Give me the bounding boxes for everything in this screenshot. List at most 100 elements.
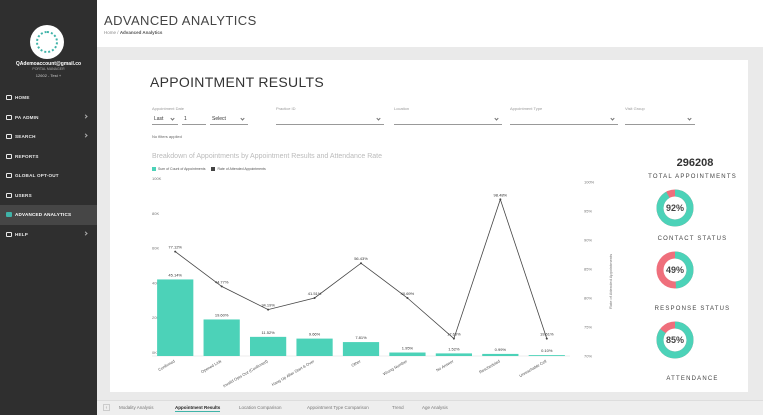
sidebar-item-search[interactable]: SEARCH — [0, 127, 97, 147]
bar[interactable] — [482, 353, 519, 356]
bar[interactable] — [249, 336, 287, 356]
y-right-tick: 100% — [584, 180, 595, 185]
category-label: Confirmed — [157, 359, 175, 373]
logo-mark — [36, 31, 58, 53]
brand-logo[interactable] — [30, 25, 64, 59]
sidebar-item-label: SEARCH — [15, 134, 36, 140]
tab-modality-analysis[interactable]: Modality Analysis — [119, 405, 154, 410]
bar[interactable] — [157, 279, 194, 356]
chevron-right-icon — [83, 230, 88, 236]
y-right-tick: 90% — [584, 238, 592, 243]
tab-appointment-type-comparison[interactable]: Appointment Type Comparison — [307, 405, 369, 410]
sidebar-item-label: GLOBAL OPT-OUT — [15, 173, 59, 179]
y-right-axis-label: Rate of Attended Appointments — [608, 254, 613, 309]
sidebar-item-label: PA ADMIN — [15, 114, 39, 120]
y-right-tick: 70% — [584, 354, 592, 359]
sidebar-item-users[interactable]: USERS — [0, 186, 97, 206]
y-right-tick: 95% — [584, 209, 592, 214]
y-right-tick: 85% — [584, 267, 592, 272]
category-label: Unreachable Cell — [518, 358, 547, 378]
y-left-tick: 60K — [152, 246, 159, 251]
tab-appointment-results[interactable]: Appointment Results — [175, 405, 221, 412]
user-role: PORTAL MANAGER — [32, 67, 65, 71]
category-label: Invalid Opts Out (Confirmed) — [222, 358, 269, 388]
rate-point[interactable] — [452, 337, 455, 340]
rate-point[interactable] — [220, 285, 223, 288]
sidebar-item-label: HELP — [15, 231, 29, 237]
rate-point[interactable] — [267, 308, 270, 311]
rate-point[interactable] — [313, 297, 316, 299]
bar-label: 1.52% — [448, 346, 460, 351]
total-appointments-title: TOTAL APPOINTMENTS — [648, 174, 737, 180]
sidebar-item-pa-admin[interactable]: PA ADMIN — [0, 108, 97, 128]
rate-point[interactable] — [406, 297, 409, 299]
response-status-title: RESPONSE STATUS — [654, 306, 731, 312]
breadcrumb-home[interactable]: Home — [104, 30, 116, 35]
chevron-right-icon — [83, 133, 88, 138]
rate-label: 41.51% — [308, 291, 322, 296]
y-left-tick: 80K — [152, 211, 159, 216]
sidebar-item-advanced-analytics[interactable]: ADVANCED ANALYTICS — [0, 205, 97, 225]
tab-age-analysis[interactable]: Age Analysis — [422, 405, 448, 410]
bar-label: 7.81% — [355, 335, 367, 340]
admin-icon — [6, 114, 12, 120]
rate-point[interactable] — [174, 250, 177, 253]
combo-chart[interactable]: 100K80K60K40K20K0K100%95%90%85%80%75%70%… — [110, 60, 748, 392]
sidebar-item-label: HOME — [15, 95, 30, 101]
rate-label: 44.77% — [215, 279, 229, 284]
rate-point[interactable] — [545, 337, 548, 340]
category-label: Wrong Number — [382, 358, 409, 376]
rate-label: 17.60% — [447, 332, 461, 337]
bar[interactable] — [389, 352, 426, 356]
sidebar-item-label: REPORTS — [15, 153, 39, 159]
sidebar-nav: HOME PA ADMIN SEARCH REPORTS GLOBAL OPT-OUT U… — [0, 88, 97, 244]
report-canvas: APPOINTMENT RESULTS Appointment Date Las… — [110, 60, 748, 392]
rate-label: 77.12% — [168, 245, 182, 250]
tab-trend[interactable]: Trend — [392, 405, 404, 410]
attendance-title: ATTENDANCE — [666, 376, 719, 382]
bar[interactable] — [342, 342, 380, 356]
bar-label: 45.14% — [168, 272, 182, 277]
rate-label: 98.48% — [494, 192, 508, 197]
analytics-icon — [6, 212, 12, 218]
sidebar-item-help[interactable]: HELP — [0, 225, 97, 245]
sidebar-item-label: USERS — [15, 192, 32, 198]
y-right-tick: 75% — [584, 325, 592, 330]
category-label: Hang Up After Start & Over — [271, 358, 316, 387]
bar[interactable] — [528, 355, 565, 356]
app-root: QAdemoaccount@gmail.co PORTAL MANAGER 12… — [0, 0, 763, 415]
bar[interactable] — [435, 353, 473, 356]
rate-point[interactable] — [499, 198, 502, 201]
sidebar-item-global-opt-out[interactable]: GLOBAL OPT-OUT — [0, 166, 97, 186]
rate-label: 34.19% — [261, 303, 275, 308]
home-icon — [6, 95, 12, 101]
sidebar-item-reports[interactable]: REPORTS — [0, 147, 97, 167]
bar-label: 9.66% — [309, 332, 321, 337]
sidebar-item-home[interactable]: HOME — [0, 88, 97, 108]
breadcrumb-separator: / — [117, 30, 119, 35]
breadcrumb-current: Advanced Analytics — [119, 30, 163, 35]
reports-icon — [6, 153, 12, 159]
tab-location-comparison[interactable]: Location Comparison — [239, 405, 282, 410]
chevron-right-icon — [83, 113, 88, 119]
rate-label: 56.43% — [354, 256, 368, 261]
response-donut[interactable]: 49% — [655, 250, 695, 290]
bar[interactable] — [296, 338, 333, 356]
y-left-tick: 0K — [152, 350, 157, 355]
y-left-tick: 100K — [152, 176, 162, 181]
user-org[interactable]: 12602 - Test + — [0, 73, 97, 78]
tab-prev-button[interactable]: ‹ — [103, 404, 110, 411]
contact-status-title: CONTACT STATUS — [657, 236, 728, 242]
category-label: Opened Link — [200, 359, 222, 375]
rate-point[interactable] — [360, 262, 362, 265]
bar-label: 0.10% — [541, 348, 553, 353]
opt-out-icon — [6, 173, 12, 179]
rate-line[interactable] — [174, 198, 548, 340]
bar-label: 19.60% — [215, 312, 229, 317]
contact-donut[interactable]: 92% — [655, 188, 695, 228]
search-icon — [6, 134, 12, 140]
bar[interactable] — [203, 319, 240, 356]
users-icon — [6, 192, 12, 198]
attendance-donut[interactable]: 85% — [655, 320, 695, 360]
bar-label: 0.99% — [495, 347, 507, 352]
